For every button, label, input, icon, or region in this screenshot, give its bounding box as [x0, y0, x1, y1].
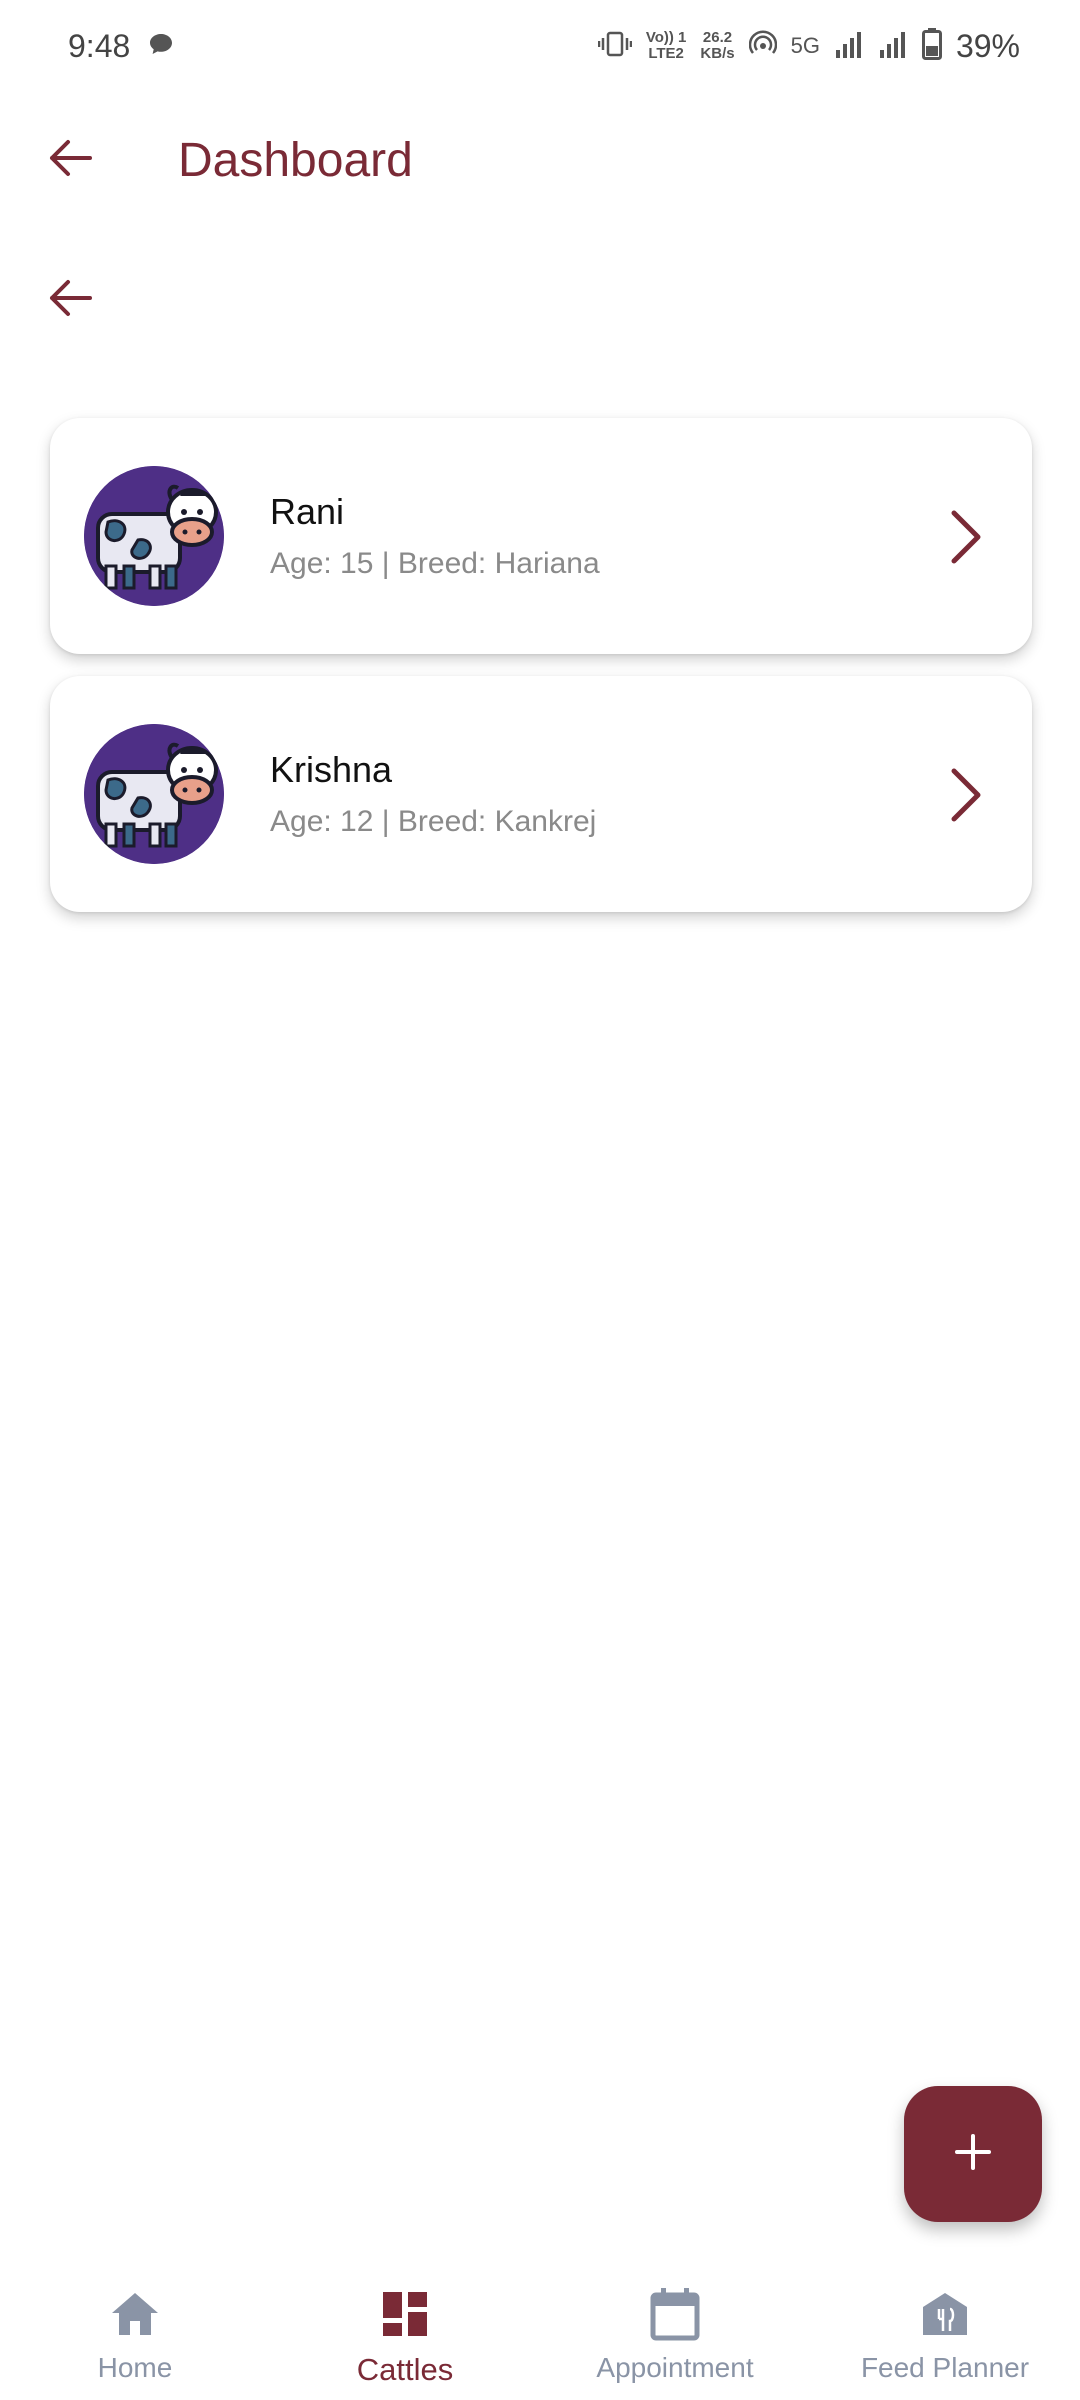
cattle-name: Krishna	[270, 749, 393, 790]
nav-item-home[interactable]: Home	[0, 2258, 270, 2400]
cow-avatar	[84, 466, 224, 606]
battery-percent: 39%	[955, 27, 1020, 64]
nav-label: Feed Planner	[860, 2352, 1030, 2383]
cow-icon	[84, 724, 224, 864]
add-cattle-button[interactable]	[904, 2086, 1042, 2222]
cow-avatar	[84, 724, 224, 864]
home-icon	[105, 2284, 165, 2344]
signal-2-icon	[878, 30, 908, 63]
restaurant-icon	[915, 2284, 975, 2344]
plus-icon	[953, 2132, 993, 2177]
signal-1-icon	[834, 30, 864, 63]
calendar-icon	[645, 2284, 705, 2344]
dashboard-grid-icon	[375, 2284, 435, 2344]
screen: 9:48 Vo)) 1 LTE2 26.2 KB/s 5G 39% Dashbo…	[0, 0, 1080, 2400]
cattle-details: Age: 15 | Breed: Hariana	[270, 547, 600, 580]
cattle-details: Age: 12 | Breed: Kankrej	[270, 805, 597, 838]
card-text: Krishna Age: 12 | Breed: Kankrej	[270, 749, 596, 839]
cattle-list: Rani Age: 15 | Breed: Hariana Krishna Ag…	[50, 418, 1032, 934]
arrow-back-icon	[48, 138, 92, 183]
network-speed: 26.2 KB/s	[700, 29, 735, 62]
status-time: 9:48	[68, 27, 131, 64]
chat-bubble-icon	[148, 32, 174, 61]
nav-label: Home	[97, 2352, 173, 2383]
chevron-right-icon[interactable]	[932, 492, 1002, 582]
page-title: Dashboard	[178, 133, 413, 187]
cattle-card[interactable]: Krishna Age: 12 | Breed: Kankrej	[50, 676, 1032, 912]
vibrate-icon	[597, 31, 633, 62]
status-right: Vo)) 1 LTE2 26.2 KB/s 5G 39%	[597, 27, 1020, 65]
battery-icon	[921, 27, 942, 65]
back-button[interactable]	[20, 110, 120, 210]
cattle-name: Rani	[270, 491, 345, 532]
arrow-back-icon	[48, 278, 92, 323]
hotspot-icon	[748, 29, 777, 63]
chevron-right-icon[interactable]	[932, 750, 1002, 840]
top-app-bar: Dashboard	[0, 110, 1080, 210]
volte-indicator: Vo)) 1 LTE2	[645, 29, 687, 62]
cow-icon	[84, 466, 224, 606]
status-bar: 9:48 Vo)) 1 LTE2 26.2 KB/s 5G 39%	[0, 0, 1080, 92]
nav-label: Appointment	[596, 2352, 754, 2383]
nav-item-feed-planner[interactable]: Feed Planner	[810, 2258, 1080, 2400]
secondary-back-button[interactable]	[20, 250, 120, 350]
nav-item-appointment[interactable]: Appointment	[540, 2258, 810, 2400]
cattle-card[interactable]: Rani Age: 15 | Breed: Hariana	[50, 418, 1032, 654]
network-type: 5G	[790, 33, 820, 58]
nav-item-cattles[interactable]: Cattles	[270, 2258, 540, 2400]
bottom-navigation: Home Cattles Appointment Feed Planner	[0, 2258, 1080, 2400]
nav-label: Cattles	[356, 2352, 454, 2387]
status-left: 9:48	[68, 28, 174, 65]
card-text: Rani Age: 15 | Breed: Hariana	[270, 491, 600, 581]
